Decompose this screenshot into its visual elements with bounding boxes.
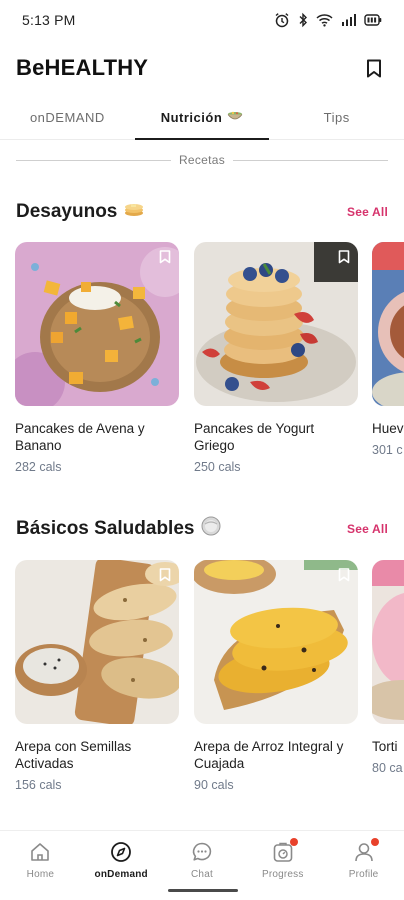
- carousel-desayunos[interactable]: Pancakes de Avena y Banano 282 cals Panc…: [15, 242, 404, 482]
- divider-line: [233, 159, 388, 161]
- tab-nutricion[interactable]: Nutrición: [134, 96, 270, 140]
- signal-icon: [342, 14, 356, 26]
- recipe-image: [15, 560, 179, 724]
- card-bookmark-icon[interactable]: [338, 250, 350, 269]
- nav-label: onDemand: [94, 869, 148, 880]
- recipe-card[interactable]: Pancakes de Avena y Banano 282 cals: [15, 242, 179, 474]
- divider-label: Recetas: [178, 153, 226, 167]
- app-header: BeHEALTHY: [16, 48, 388, 88]
- status-icons: [274, 12, 382, 28]
- progress-icon: [272, 838, 298, 863]
- recipe-cals: 250 cals: [194, 460, 241, 474]
- plate-icon: [201, 516, 221, 542]
- status-time: 5:13 PM: [22, 12, 76, 28]
- recipe-card[interactable]: Torti 80 ca: [372, 560, 404, 775]
- recipe-image: [372, 242, 404, 406]
- carousel-basicos[interactable]: Arepa con Semillas Activadas 156 cals Ar…: [15, 560, 404, 800]
- nav-home[interactable]: Home: [0, 831, 81, 900]
- tab-label: onDEMAND: [29, 110, 105, 125]
- section-title-text: Desayunos: [16, 201, 118, 222]
- recipe-card[interactable]: Pancakes de Yogurt Griego 250 cals: [194, 242, 358, 474]
- see-all-desayunos[interactable]: See All: [347, 205, 388, 219]
- bookmark-button[interactable]: [360, 54, 388, 82]
- tab-label: Tips: [323, 110, 350, 125]
- battery-icon: [364, 14, 382, 26]
- section-title: Desayunos: [16, 201, 144, 223]
- nav-progress[interactable]: Progress: [242, 831, 323, 900]
- recipe-title: Pancakes de Yogurt Griego: [194, 421, 315, 453]
- card-bookmark-icon[interactable]: [338, 568, 350, 587]
- bowl-icon: [227, 110, 243, 125]
- bookmark-icon: [367, 59, 381, 77]
- recipe-cals: 301 c: [372, 443, 403, 457]
- recipe-image: [372, 560, 404, 724]
- recipe-title: Pancakes de Avena y Banano: [15, 421, 145, 453]
- tab-ondemand[interactable]: onDEMAND: [0, 96, 135, 139]
- divider-line: [16, 159, 171, 161]
- recipe-cals: 156 cals: [15, 778, 62, 792]
- tab-bar: onDEMAND Nutrición Tips: [0, 96, 404, 140]
- tab-tips[interactable]: Tips: [269, 96, 404, 139]
- recetas-divider: Recetas: [16, 150, 388, 170]
- alarm-icon: [275, 13, 289, 28]
- tab-label: Nutrición: [160, 110, 223, 125]
- recipe-title: Arepa con Semillas Activadas: [15, 739, 132, 771]
- recipe-card[interactable]: Arepa con Semillas Activadas 156 cals: [15, 560, 179, 792]
- card-bookmark-icon[interactable]: [159, 568, 171, 587]
- recipe-title: Huev: [372, 421, 404, 436]
- section-title: Básicos Saludables: [16, 516, 221, 542]
- see-all-basicos[interactable]: See All: [347, 522, 388, 536]
- recipe-image: [194, 242, 358, 406]
- section-title-text: Básicos Saludables: [16, 518, 195, 539]
- home-indicator: [168, 889, 238, 892]
- card-bookmark-icon[interactable]: [159, 250, 171, 269]
- nav-label: Progress: [261, 869, 304, 880]
- home-icon: [29, 841, 51, 863]
- pancake-icon: [124, 201, 144, 223]
- bluetooth-icon: [299, 12, 307, 28]
- notification-badge: [289, 838, 298, 846]
- recipe-cals: 80 ca: [372, 761, 403, 775]
- compass-icon: [110, 841, 132, 863]
- chat-icon: [191, 841, 213, 863]
- recipe-card[interactable]: Arepa de Arroz Integral y Cuajada 90 cal…: [194, 560, 358, 792]
- app-title: BeHEALTHY: [16, 55, 149, 80]
- recipe-title: Arepa de Arroz Integral y Cuajada: [194, 739, 344, 771]
- bottom-navigation: Home onDemand Chat Progress Profile: [0, 830, 404, 900]
- profile-icon: [353, 838, 379, 863]
- wifi-icon: [316, 14, 333, 27]
- nav-ondemand[interactable]: onDemand: [81, 831, 162, 900]
- section-header-basicos: Básicos Saludables See All: [16, 516, 388, 542]
- recipe-card[interactable]: Huev 301 c: [372, 242, 404, 457]
- recipe-title: Torti: [372, 739, 398, 754]
- notification-badge: [370, 838, 379, 846]
- nav-label: Profile: [348, 869, 379, 880]
- nav-label: Home: [26, 869, 55, 880]
- nav-label: Chat: [191, 869, 213, 880]
- recipe-image: [194, 560, 358, 724]
- recipe-image: [15, 242, 179, 406]
- nav-profile[interactable]: Profile: [323, 831, 404, 900]
- recipe-cals: 282 cals: [15, 460, 62, 474]
- recipe-cals: 90 cals: [194, 778, 234, 792]
- status-bar: 5:13 PM: [0, 0, 404, 40]
- section-header-desayunos: Desayunos See All: [16, 199, 388, 225]
